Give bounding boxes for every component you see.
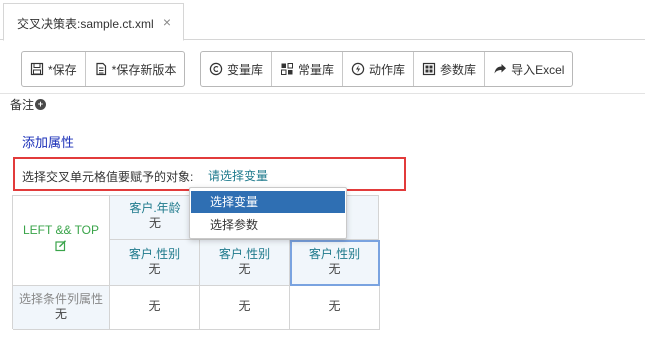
value-cell-text: 无 <box>328 299 341 313</box>
note-toggle[interactable]: 备注 + <box>10 96 47 113</box>
sub-header-cell[interactable]: 客户.性别 无 <box>200 240 290 286</box>
save-label: *保存 <box>48 62 77 77</box>
toolbar: *保存 *保存新版本 变量库 常量库 动作库 参数库 导入Excel <box>0 44 645 94</box>
import-excel-label: 导入Excel <box>511 62 565 77</box>
variable-lib-label: 变量库 <box>227 62 264 77</box>
library-button-group: 变量库 常量库 动作库 参数库 导入Excel <box>200 51 574 87</box>
assign-target-row: 选择交叉单元格值要赋予的对象: 请选择变量 <box>13 157 406 191</box>
row-header-cell[interactable]: 选择条件列属性 无 <box>13 286 110 330</box>
close-icon[interactable]: × <box>160 15 174 29</box>
row-header-value: 无 <box>54 307 67 321</box>
sub-header-value: 无 <box>238 262 251 276</box>
share-arrow-icon <box>493 62 507 76</box>
sub-header-cell-selected[interactable]: 客户.性别 无 <box>290 240 380 286</box>
action-lib-button[interactable]: 动作库 <box>343 52 415 86</box>
sub-header-title: 客户.性别 <box>218 247 271 261</box>
grid-icon <box>280 62 294 76</box>
value-cell[interactable]: 无 <box>290 286 380 330</box>
value-cell-text: 无 <box>148 299 161 313</box>
variable-lib-button[interactable]: 变量库 <box>201 52 273 86</box>
sub-header-value: 无 <box>148 262 161 276</box>
lightning-icon <box>351 62 365 76</box>
plus-circle-icon: + <box>35 99 47 110</box>
tab-sample-ct-xml[interactable]: 交叉决策表:sample.ct.xml × <box>3 3 184 41</box>
action-lib-label: 动作库 <box>369 62 406 77</box>
sub-header-value: 无 <box>328 262 341 276</box>
select-variable-link[interactable]: 请选择变量 <box>208 167 268 184</box>
value-cell[interactable]: 无 <box>200 286 290 330</box>
document-icon <box>94 62 108 76</box>
save-new-version-button[interactable]: *保存新版本 <box>86 52 185 86</box>
save-button[interactable]: *保存 <box>22 52 86 86</box>
parameter-lib-button[interactable]: 参数库 <box>414 52 486 86</box>
corner-label: LEFT && TOP <box>22 223 100 237</box>
menu-item-select-variable[interactable]: 选择变量 <box>191 191 345 213</box>
sub-header-cell[interactable]: 客户.性别 无 <box>110 240 200 286</box>
floppy-disk-icon <box>30 62 44 76</box>
add-attribute-link[interactable]: 添加属性 <box>22 132 74 151</box>
value-cell[interactable]: 无 <box>110 286 200 330</box>
th-large-icon <box>422 62 436 76</box>
save-button-group: *保存 *保存新版本 <box>21 51 186 87</box>
tab-title: 交叉决策表:sample.ct.xml <box>17 17 154 31</box>
sub-header-title: 客户.性别 <box>308 247 361 261</box>
top-header-value: 无 <box>148 216 161 230</box>
tab-bar: 交叉决策表:sample.ct.xml × <box>0 0 645 41</box>
save-new-version-label: *保存新版本 <box>111 62 177 77</box>
copyright-icon <box>209 62 223 76</box>
row-header-title: 选择条件列属性 <box>18 292 103 306</box>
select-target-dropdown: 选择变量 选择参数 <box>189 187 347 239</box>
import-excel-button[interactable]: 导入Excel <box>485 52 572 86</box>
parameter-lib-label: 参数库 <box>440 62 477 77</box>
value-cell-text: 无 <box>238 299 251 313</box>
constant-lib-label: 常量库 <box>298 62 335 77</box>
assign-target-label: 选择交叉单元格值要赋予的对象: <box>22 170 194 184</box>
corner-cell: LEFT && TOP <box>13 196 110 286</box>
edit-icon[interactable] <box>55 240 67 252</box>
note-label: 备注 <box>10 98 35 112</box>
constant-lib-button[interactable]: 常量库 <box>272 52 344 86</box>
top-header-title: 客户.年龄 <box>129 201 181 215</box>
sub-header-title: 客户.性别 <box>128 247 181 261</box>
menu-item-select-parameter[interactable]: 选择参数 <box>191 214 345 236</box>
